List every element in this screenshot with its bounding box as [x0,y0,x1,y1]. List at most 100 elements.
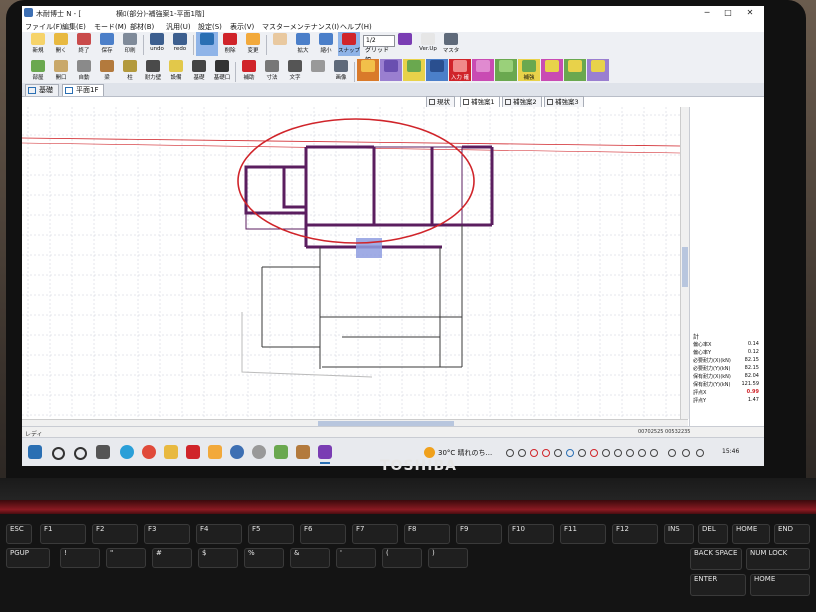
maximize-button[interactable]: □ [719,7,737,19]
key-ins: INS [664,524,694,544]
result-value: 0.14 [747,341,759,347]
input-check-button[interactable]: 入力 確認 [449,59,471,89]
zoom-in-button[interactable]: 拡大 [292,32,314,56]
redo-button[interactable]: redo [169,32,191,56]
dimension-button[interactable]: 寸法 [261,59,283,81]
menu-view[interactable]: 表示(V) [230,22,254,32]
chrome-icon[interactable] [142,445,156,459]
mode-button-10[interactable] [564,59,586,81]
zoom-out-button[interactable]: 縮小 [315,32,337,56]
tray-icon[interactable] [518,449,526,457]
version-up-button[interactable]: Ver.Up [417,32,439,56]
tab-foundation[interactable]: 基礎 [25,84,59,96]
tab-floor-1[interactable]: 平面1F [62,84,105,96]
vertical-scroll-thumb[interactable] [682,247,688,287]
wifi-icon[interactable] [696,449,704,457]
pan-button[interactable] [269,32,291,56]
tray-icon[interactable] [554,449,562,457]
save-button[interactable]: 保存 [96,32,118,56]
tray-icon[interactable] [566,449,574,457]
reinforce-button[interactable]: 補強 [518,59,540,81]
vertical-scrollbar[interactable] [680,107,689,419]
result-label: 偏心率X [693,342,712,348]
master-button[interactable]: マスタ [440,32,462,56]
tray-icon[interactable] [638,449,646,457]
mode-button-9[interactable] [541,59,563,81]
menu-edit[interactable]: 編集(E) [62,22,86,32]
new-button[interactable]: 新規 [27,32,49,56]
tray-network-icon[interactable] [506,449,514,457]
equipment-button[interactable]: 設備 [165,59,187,81]
cortana-icon[interactable] [74,447,87,460]
mode-button-7[interactable] [495,59,517,81]
change-button[interactable]: 変更 [242,32,264,56]
room-button[interactable]: 部屋 [27,59,49,81]
mode-button-4[interactable] [426,59,448,81]
delete-button[interactable]: 削除 [219,32,241,56]
shape-button[interactable] [307,59,329,81]
snap-button[interactable]: スナップ [338,32,360,56]
task-view-icon[interactable] [96,445,110,459]
floor-plan-canvas[interactable] [22,107,680,419]
open-button[interactable]: 開く [50,32,72,56]
print-button[interactable]: 印刷 [119,32,141,56]
result-value: 82.15 [744,357,759,363]
minimize-button[interactable]: ─ [698,7,716,19]
mode-button-1[interactable] [357,59,379,81]
tray-icon[interactable] [650,449,658,457]
app-icon-green[interactable] [274,445,288,459]
foundation-button[interactable]: 基礎 [188,59,210,81]
menu-file[interactable]: ファイル(F) [25,22,63,32]
app-icon-brown[interactable] [296,445,310,459]
mokutai-hakase-taskbar-icon[interactable] [318,445,332,464]
weather-text[interactable]: 30°C 晴れのち... [438,448,492,458]
tray-icon[interactable] [530,449,538,457]
tray-icon[interactable] [590,449,598,457]
photos-icon[interactable] [208,445,222,459]
drawing-area[interactable] [22,107,680,419]
windows-start-icon[interactable] [28,445,42,459]
edge-icon[interactable] [120,445,134,459]
beam-button[interactable]: 梁 [96,59,118,81]
mode-button-6[interactable] [472,59,494,81]
media-icon[interactable] [186,445,200,459]
image-button[interactable]: 画像 [330,59,352,81]
mode-9-icon [545,60,559,72]
menu-master-maintenance[interactable]: マスターメンテナンス(I) [262,22,339,32]
taskbar-clock[interactable]: 15:46 [722,448,739,455]
tray-icon[interactable] [626,449,634,457]
tray-icon[interactable] [614,449,622,457]
menu-mode[interactable]: モード(M) [94,22,127,32]
logo-button[interactable] [394,32,416,56]
exit-button[interactable]: 終了 [73,32,95,56]
app-icon-taskbar[interactable] [230,445,244,459]
text-button[interactable]: 文字 [284,59,306,81]
tray-icon[interactable] [602,449,610,457]
menu-general[interactable]: 汎用(U) [166,22,191,32]
close-button[interactable]: ✕ [741,7,759,19]
opening-button[interactable]: 開口 [50,59,72,81]
column-button[interactable]: 柱 [119,59,141,81]
bearing-wall-button[interactable]: 耐力壁 [142,59,164,81]
battery-icon[interactable] [668,449,676,457]
undo-button[interactable]: undo [146,32,168,56]
auxiliary-button[interactable]: 補助 [238,59,260,81]
menu-members[interactable]: 部材(B) [130,22,154,32]
foundation-label: 基礎 [193,75,205,81]
foundation-opening-button[interactable]: 基礎口 [211,59,233,81]
volume-icon[interactable] [682,449,690,457]
mode-button-2[interactable] [380,59,402,81]
mode-button-11[interactable] [587,59,609,81]
mode-button-3[interactable] [403,59,425,81]
selected-member[interactable] [356,238,382,258]
select-button[interactable] [196,32,218,56]
menu-settings[interactable]: 設定(S) [198,22,222,32]
settings-icon[interactable] [252,445,266,459]
tray-icon[interactable] [578,449,586,457]
tray-icon[interactable] [542,449,550,457]
file-explorer-icon[interactable] [164,445,178,459]
search-icon[interactable] [52,447,65,460]
weather-icon[interactable] [424,447,435,458]
menu-help[interactable]: ヘルプ(H) [340,22,372,32]
auto-button[interactable]: 自動 [73,59,95,81]
